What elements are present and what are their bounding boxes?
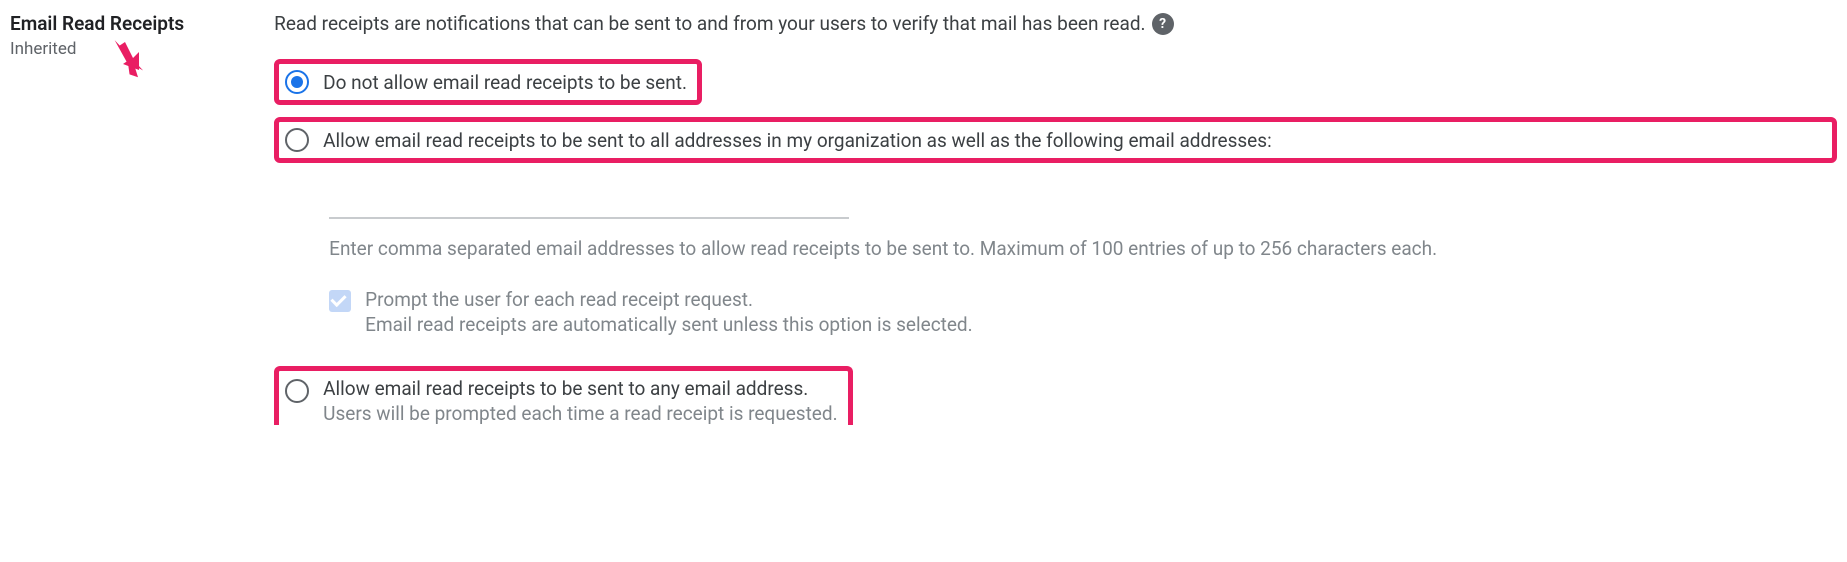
prompt-checkbox[interactable] [329,290,351,312]
setting-description: Read receipts are notifications that can… [274,12,1837,35]
annotation-highlight: Allow email read receipts to be sent to … [274,366,852,425]
radio-allow-org[interactable] [285,128,309,152]
setting-inheritance-label: Inherited [10,39,184,59]
input-hint: Enter comma separated email addresses to… [329,237,1837,260]
radio-label: Allow email read receipts to be sent to … [323,377,837,400]
setting-title: Email Read Receipts [10,12,184,35]
radio-label: Allow email read receipts to be sent to … [323,129,1272,152]
annotation-highlight: Do not allow email read receipts to be s… [274,59,702,105]
email-addresses-input[interactable] [329,193,849,219]
annotation-arrow-icon [113,34,149,83]
annotation-highlight: Allow email read receipts to be sent to … [274,117,1837,163]
setting-content-column: Read receipts are notifications that can… [274,12,1837,425]
radio-sublabel: Users will be prompted each time a read … [323,402,837,425]
help-icon[interactable]: ? [1152,13,1174,35]
radio-label: Do not allow email read receipts to be s… [323,71,687,94]
checkbox-sublabel: Email read receipts are automatically se… [365,313,973,336]
radio-allow-any[interactable] [285,379,309,403]
description-text: Read receipts are notifications that can… [274,12,1145,35]
setting-heading-column: Email Read Receipts Inherited [10,12,184,425]
allow-org-subsection: Enter comma separated email addresses to… [329,193,1837,336]
radio-do-not-allow[interactable] [285,70,309,94]
checkbox-label: Prompt the user for each read receipt re… [365,288,973,311]
